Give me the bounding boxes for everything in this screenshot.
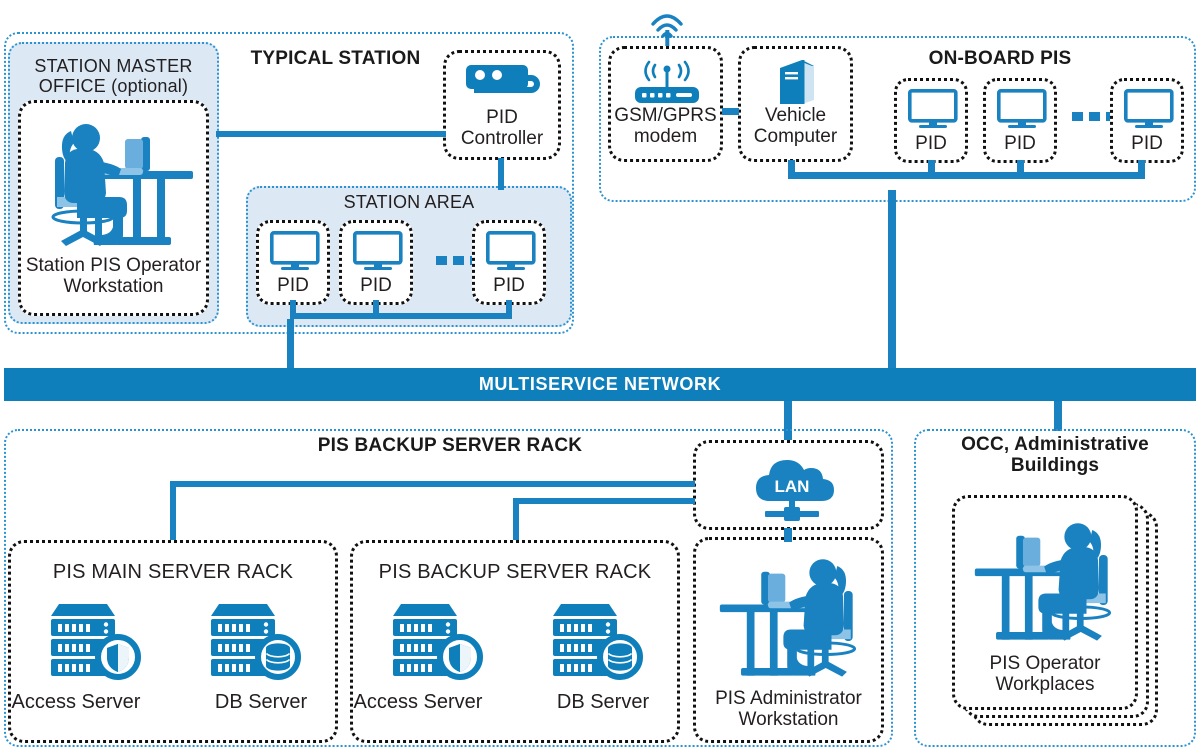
line-network-to-occ — [1054, 401, 1062, 431]
line-lan-to-main-rack-v — [170, 481, 176, 543]
station-pid-1-label: PID — [277, 275, 309, 296]
pis-operator-workplaces-label: PIS Operator Workplaces — [989, 653, 1101, 696]
box-station-pid-3[interactable]: PID — [472, 220, 546, 305]
monitor-icon — [485, 230, 536, 271]
line-pid-controller-to-station-area — [498, 158, 504, 190]
pis-backup-zone-title: PIS BACKUP SERVER RACK — [317, 435, 583, 456]
box-station-pid-2[interactable]: PID — [339, 220, 413, 305]
line-typical-station-to-network — [287, 319, 294, 373]
box-onboard-pid-1[interactable]: PID — [894, 78, 968, 163]
monitor-icon — [352, 230, 403, 271]
line-station-pid-2-drop — [373, 300, 379, 316]
station-pid-2-label: PID — [360, 275, 392, 296]
monitor-icon — [269, 230, 320, 271]
antenna-signal-icon — [645, 2, 689, 56]
server-database-icon — [209, 598, 305, 680]
line-vehicle-computer-drop — [788, 160, 795, 176]
line-lan-to-backup-rack-h — [513, 498, 695, 504]
box-lan[interactable]: LAN — [693, 440, 884, 530]
box-station-pis-operator-workstation[interactable]: Station PIS Operator Workstation — [18, 100, 209, 316]
onboard-pid-3-label: PID — [1131, 133, 1163, 154]
line-lan-to-main-rack-h — [170, 481, 695, 487]
operator-workstation-icon — [971, 510, 1125, 650]
wifi-router-icon — [633, 57, 701, 107]
box-vehicle-computer[interactable]: Vehicle Computer — [738, 46, 853, 162]
line-lan-to-backup-rack-v — [513, 498, 519, 543]
monitor-icon — [996, 88, 1047, 129]
box-onboard-pid-2[interactable]: PID — [983, 78, 1057, 163]
backup-rack-db-server-label: DB Server — [556, 691, 650, 713]
line-onboard-pid-3-drop — [1138, 160, 1145, 176]
onboard-pid-1-label: PID — [915, 133, 947, 154]
network-architecture-diagram: TYPICAL STATION STATION MASTER OFFICE (o… — [0, 0, 1200, 752]
pid-controller-label: PID Controller — [460, 107, 544, 150]
multiservice-network-label: MULTISERVICE NETWORK — [478, 374, 722, 394]
monitor-icon — [907, 88, 958, 129]
box-pid-controller[interactable]: PID Controller — [443, 50, 561, 160]
line-onboard-pid-2-drop — [1017, 160, 1024, 176]
line-onboard-pid-1-drop — [928, 160, 935, 176]
typical-station-title: TYPICAL STATION — [250, 48, 421, 69]
lan-label: LAN — [775, 477, 810, 496]
box-pis-backup-server-rack-inner[interactable]: PIS BACKUP SERVER RACK Access Server DB … — [350, 540, 680, 743]
gsm-gprs-modem-label: GSM/GPRS modem — [614, 105, 717, 148]
operator-workstation-icon — [716, 546, 870, 686]
box-pis-operator-workplaces[interactable]: PIS Operator Workplaces — [952, 495, 1138, 710]
line-station-pid-1-drop — [290, 300, 296, 316]
server-shield-icon — [49, 598, 145, 680]
server-shield-icon — [391, 598, 487, 680]
pis-backup-server-rack-title: PIS BACKUP SERVER RACK — [378, 561, 652, 583]
onboard-pid-2-label: PID — [1004, 133, 1036, 154]
pid-controller-icon — [466, 63, 544, 107]
monitor-icon — [1123, 88, 1174, 129]
occ-title: OCC, Administrative Buildings — [961, 434, 1149, 477]
line-station-pid-3-drop — [506, 300, 512, 316]
line-modem-to-vehicle-computer — [722, 108, 739, 115]
server-database-icon — [551, 598, 647, 680]
onboard-pis-title: ON-BOARD PIS — [928, 48, 1072, 69]
box-onboard-pid-3[interactable]: PID — [1110, 78, 1184, 163]
operator-workstation-icon — [37, 113, 197, 253]
box-station-pid-1[interactable]: PID — [256, 220, 330, 305]
line-office-to-pid-controller — [216, 131, 446, 137]
box-gsm-gprs-modem[interactable]: GSM/GPRS modem — [608, 46, 723, 162]
cloud-lan-icon: LAN — [748, 449, 836, 527]
multiservice-network-bus: MULTISERVICE NETWORK — [4, 368, 1196, 401]
computer-tower-icon — [778, 58, 822, 106]
station-pid-3-label: PID — [493, 275, 525, 296]
station-area-title: STATION AREA — [343, 192, 475, 212]
line-onboard-to-network — [888, 190, 896, 374]
station-master-office-title: STATION MASTER OFFICE (optional) — [34, 56, 193, 97]
line-station-pid-bus — [290, 313, 512, 319]
pis-main-server-rack-title: PIS MAIN SERVER RACK — [52, 561, 294, 583]
line-onboard-bus — [788, 172, 1145, 179]
vehicle-computer-label: Vehicle Computer — [753, 105, 838, 148]
station-pis-operator-workstation-label: Station PIS Operator Workstation — [25, 255, 202, 298]
line-lan-to-admin-workstation — [784, 528, 792, 542]
